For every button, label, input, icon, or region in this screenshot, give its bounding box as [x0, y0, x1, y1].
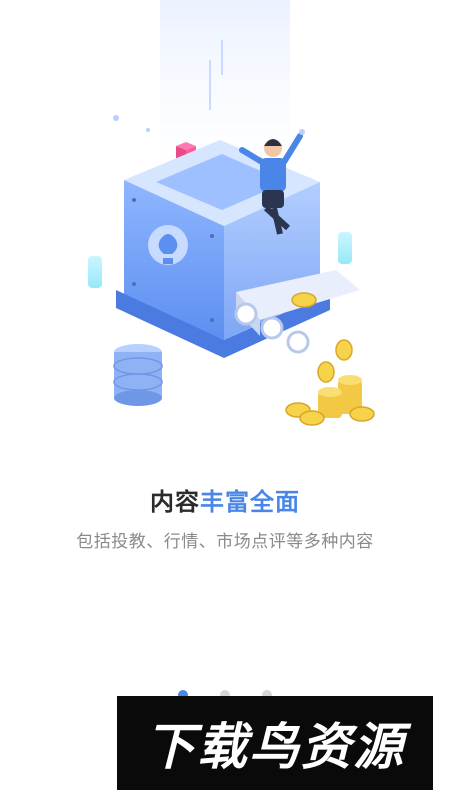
content-machine-illustration — [88, 0, 375, 426]
watermark-text: 下载鸟资源 — [145, 718, 405, 776]
onboarding-screen: 内容丰富全面 包括投教、行情、市场点评等多种内容 下载鸟资源 — [0, 0, 450, 800]
page-title: 内容丰富全面 — [0, 482, 450, 517]
title-highlight: 丰富全面 — [200, 488, 300, 516]
page-subtitle: 包括投教、行情、市场点评等多种内容 — [76, 532, 374, 552]
watermark-banner: 下载鸟资源 — [117, 696, 433, 790]
title-prefix: 内容 — [150, 488, 200, 516]
